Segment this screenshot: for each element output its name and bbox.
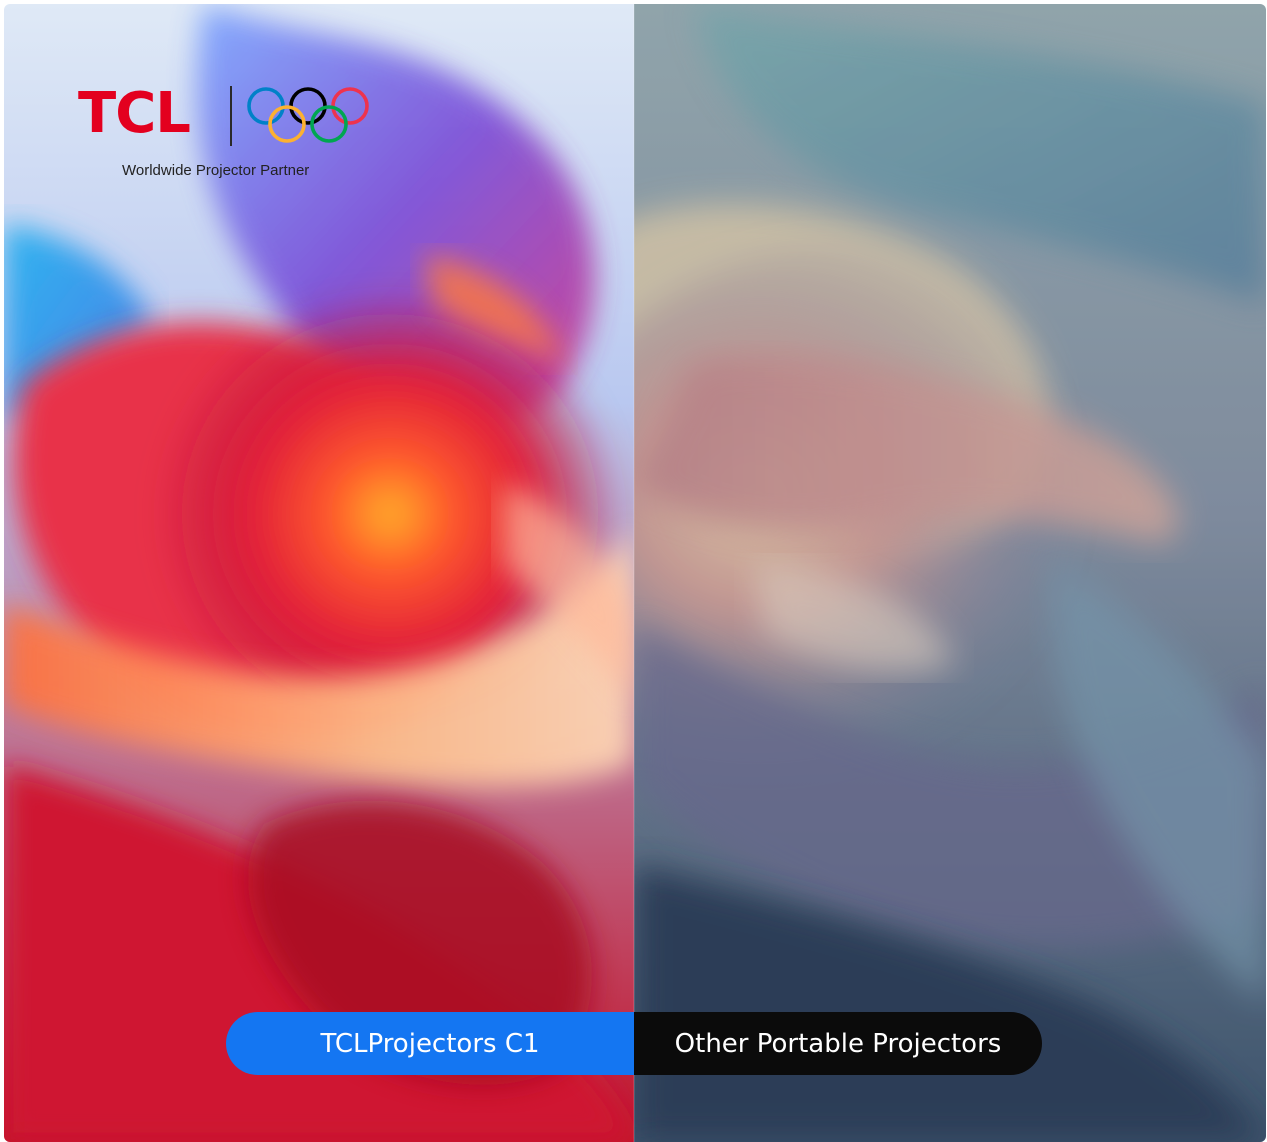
dull-image-half bbox=[634, 4, 1266, 1142]
tcl-product-label: TCLProjectors C1 bbox=[226, 1012, 634, 1075]
other-projectors-label: Other Portable Projectors bbox=[634, 1012, 1042, 1075]
dull-fluid-artwork bbox=[634, 4, 1266, 1142]
comparison-image: TCL Worldwide Projector Partner TCLProje… bbox=[4, 4, 1266, 1142]
olympic-rings-icon bbox=[247, 87, 369, 143]
tcl-wordmark: TCL bbox=[78, 81, 191, 146]
brand-tagline: Worldwide Projector Partner bbox=[122, 162, 310, 179]
brand-logo: TCL Worldwide Projector Partner bbox=[76, 78, 386, 188]
comparison-label-bar: TCLProjectors C1 Other Portable Projecto… bbox=[226, 1012, 1042, 1075]
split-divider bbox=[633, 4, 635, 1142]
logo-separator bbox=[230, 86, 232, 146]
